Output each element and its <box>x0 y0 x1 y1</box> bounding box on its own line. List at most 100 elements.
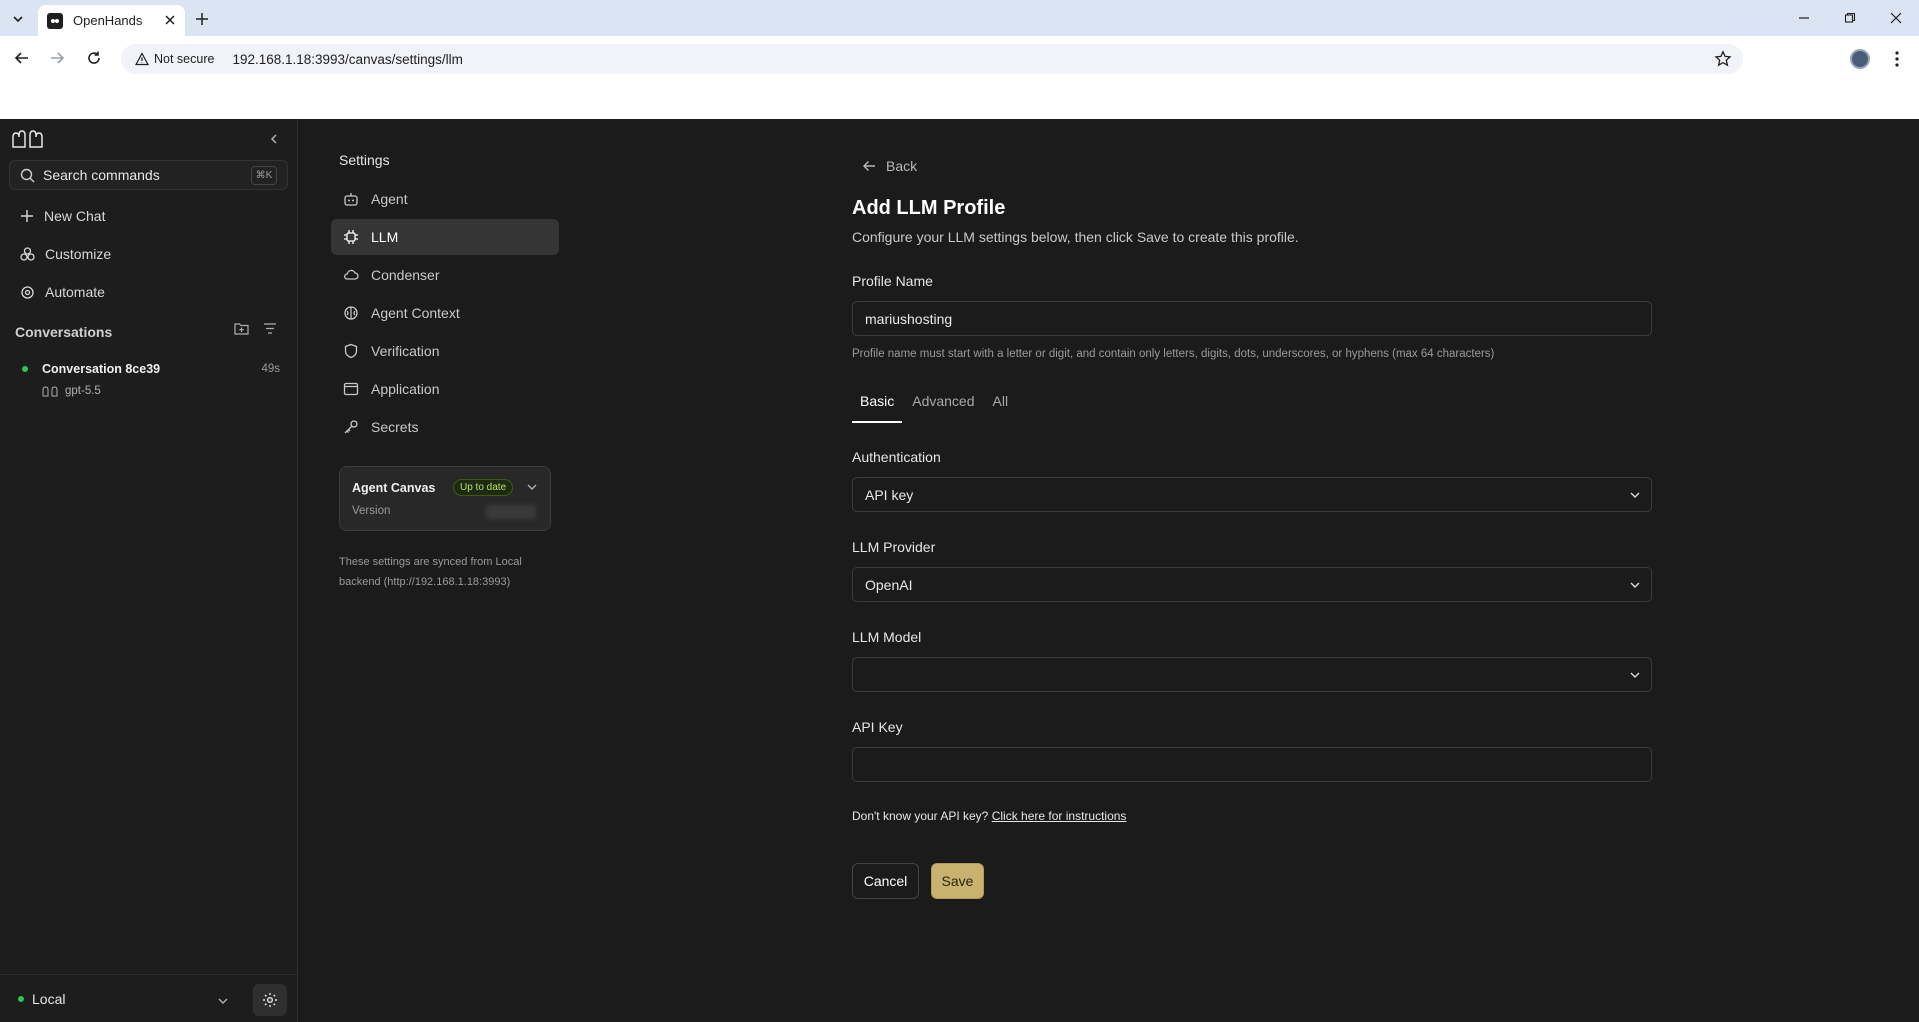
sidebar-footer: Local <box>0 974 298 1022</box>
gear-cog-icon <box>21 285 34 299</box>
back-label: Back <box>886 158 918 174</box>
backend-chevron-down-icon[interactable] <box>217 995 229 1007</box>
profile-name-hint: Profile name must start with a letter or… <box>852 348 1495 360</box>
model-hands-icon <box>42 386 58 397</box>
reload-icon[interactable] <box>84 48 104 68</box>
settings-nav-llm[interactable]: LLM <box>331 219 559 255</box>
shortcut-badge: ⌘K <box>251 166 277 185</box>
settings-nav-agent-context[interactable]: Agent Context <box>331 295 559 331</box>
address-bar[interactable]: Not secure 192.168.1.18:3993/canvas/sett… <box>121 44 1743 74</box>
settings-nav-secrets[interactable]: Secrets <box>331 409 559 445</box>
api-key-instructions-link[interactable]: Click here for instructions <box>992 809 1127 823</box>
collapse-sidebar-icon[interactable] <box>268 133 280 145</box>
tab-advanced[interactable]: Advanced <box>904 393 982 423</box>
settings-gear-button[interactable] <box>253 984 287 1016</box>
security-chip[interactable]: Not secure <box>131 47 222 71</box>
conversation-time: 49s <box>261 363 280 375</box>
api-key-input[interactable] <box>852 747 1652 782</box>
settings-nav-verification[interactable]: Verification <box>331 333 559 369</box>
plus-icon <box>21 210 33 222</box>
shield-icon <box>344 343 358 359</box>
browser-tab[interactable]: OpenHands <box>38 5 185 36</box>
backend-label: Local <box>32 991 66 1007</box>
settings-heading: Settings <box>339 152 390 168</box>
conversation-status-dot <box>22 366 28 372</box>
api-key-help-text: Don't know your API key? <box>852 809 989 823</box>
back-arrow-icon[interactable] <box>12 48 32 68</box>
url-text: 192.168.1.18:3993/canvas/settings/llm <box>232 51 463 67</box>
conversation-model: gpt-5.5 <box>65 385 101 397</box>
forward-arrow-icon[interactable] <box>47 48 67 68</box>
settings-nav-application[interactable]: Application <box>331 371 559 407</box>
llm-provider-select[interactable]: OpenAI <box>852 567 1652 602</box>
chip-icon <box>344 230 358 244</box>
settings-nav-agent-context-label: Agent Context <box>371 305 460 321</box>
tab-close-icon[interactable] <box>163 13 177 27</box>
settings-nav-condenser-label: Condenser <box>371 267 440 283</box>
agent-canvas-card[interactable]: Agent Canvas Up to date Version <box>339 466 551 531</box>
llm-provider-label: LLM Provider <box>852 539 936 555</box>
new-chat-label: New Chat <box>44 208 106 224</box>
agent-canvas-title: Agent Canvas <box>352 481 436 495</box>
gear-icon <box>263 993 277 1007</box>
api-key-help: Don't know your API key? Click here for … <box>852 809 1126 823</box>
status-badge: Up to date <box>453 479 514 496</box>
automate-label: Automate <box>45 284 105 300</box>
backend-status-dot <box>18 996 24 1002</box>
search-icon <box>20 168 35 182</box>
page-title: Add LLM Profile <box>852 197 1006 219</box>
warning-triangle-icon <box>135 52 149 66</box>
chevron-down-icon <box>1629 579 1641 591</box>
settings-nav-agent[interactable]: Agent <box>331 181 559 217</box>
window-close-icon[interactable] <box>1886 8 1906 28</box>
openhands-favicon-icon <box>47 12 63 29</box>
browser-menu-icon[interactable] <box>1890 49 1904 69</box>
card-chevron-down-icon[interactable] <box>526 481 538 493</box>
bookmark-star-icon[interactable] <box>1714 50 1732 68</box>
settings-nav-condenser[interactable]: Condenser <box>331 257 559 293</box>
back-link[interactable]: Back <box>862 158 917 174</box>
settings-nav-secrets-label: Secrets <box>371 419 419 435</box>
restore-icon[interactable] <box>1840 8 1860 28</box>
settings-nav-llm-label: LLM <box>371 229 399 245</box>
page-top-strip <box>0 82 1919 119</box>
sync-note: These settings are synced from Local bac… <box>339 556 522 588</box>
key-icon <box>344 420 358 434</box>
customize-label: Customize <box>45 246 112 262</box>
minimize-icon[interactable] <box>1794 8 1814 28</box>
authentication-label: Authentication <box>852 449 941 465</box>
conversation-title: Conversation 8ce39 <box>42 362 161 376</box>
openhands-logo-icon[interactable] <box>11 129 45 149</box>
new-folder-icon[interactable] <box>234 322 249 335</box>
settings-nav-verification-label: Verification <box>371 343 440 359</box>
search-placeholder: Search commands <box>43 167 160 183</box>
authentication-select[interactable]: API key <box>852 477 1652 512</box>
search-commands-input[interactable]: Search commands ⌘K <box>9 160 288 190</box>
arrow-left-icon <box>863 161 875 171</box>
save-button[interactable]: Save <box>931 863 984 899</box>
cloud-icon <box>344 269 359 280</box>
customize-button[interactable]: Customize <box>20 244 111 264</box>
profile-name-label: Profile Name <box>852 273 933 289</box>
api-key-label: API Key <box>852 719 903 735</box>
filter-icon[interactable] <box>263 322 277 335</box>
tab-basic[interactable]: Basic <box>852 393 903 423</box>
browser-tab-bar: OpenHands <box>0 0 1919 36</box>
cancel-button[interactable]: Cancel <box>852 863 919 899</box>
page-subtitle: Configure your LLM settings below, then … <box>852 229 1299 245</box>
tab-search-chevron-icon[interactable] <box>7 8 29 30</box>
new-chat-button[interactable]: New Chat <box>20 206 105 226</box>
profile-name-input[interactable]: mariushosting <box>852 301 1652 336</box>
settings-nav-agent-label: Agent <box>371 191 408 207</box>
llm-model-label: LLM Model <box>852 629 922 645</box>
llm-model-select[interactable] <box>852 657 1652 692</box>
profile-name-value: mariushosting <box>865 310 953 327</box>
automate-button[interactable]: Automate <box>20 282 105 302</box>
conversation-list-item[interactable]: Conversation 8ce39 49s gpt-5.5 <box>22 362 280 397</box>
backend-selector[interactable]: Local <box>18 991 65 1007</box>
new-tab-icon[interactable] <box>192 9 212 29</box>
profile-avatar[interactable] <box>1850 49 1870 69</box>
security-label: Not secure <box>154 52 215 66</box>
version-label: Version <box>352 505 391 517</box>
tab-all[interactable]: All <box>985 393 1017 423</box>
